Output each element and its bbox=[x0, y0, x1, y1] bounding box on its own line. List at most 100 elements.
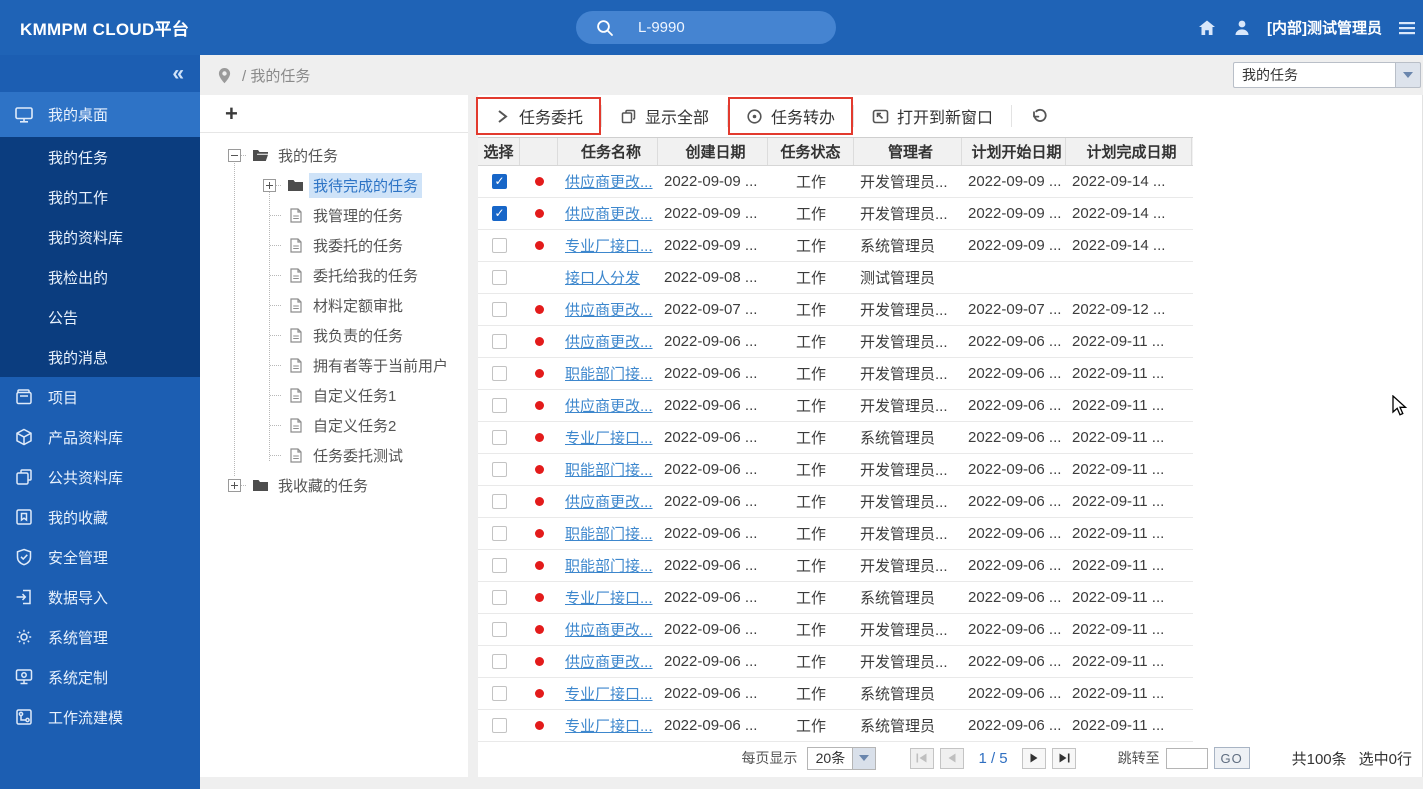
task-name-link[interactable]: 职能部门接... bbox=[565, 523, 653, 544]
column-header-plan-start[interactable]: 计划开始日期 bbox=[962, 138, 1066, 165]
show-all-button[interactable]: 显示全部 bbox=[606, 101, 723, 131]
row-checkbox[interactable] bbox=[492, 462, 507, 477]
tree-node[interactable]: 材料定额审批 bbox=[200, 290, 468, 320]
row-checkbox[interactable] bbox=[492, 270, 507, 285]
tree-node[interactable]: 我负责的任务 bbox=[200, 320, 468, 350]
task-name-link[interactable]: 专业厂接口... bbox=[565, 235, 653, 256]
tree-node-label[interactable]: 我负责的任务 bbox=[309, 323, 407, 348]
table-row[interactable]: 供应商更改... 2022-09-06 ... 工作 开发管理员... 2022… bbox=[478, 486, 1193, 518]
tree-node-label[interactable]: 拥有者等于当前用户 bbox=[309, 353, 452, 378]
column-header-task-name[interactable]: 任务名称 bbox=[558, 138, 658, 165]
column-header-created-date[interactable]: 创建日期 bbox=[658, 138, 768, 165]
table-row[interactable]: 供应商更改... 2022-09-06 ... 工作 开发管理员... 2022… bbox=[478, 614, 1193, 646]
collapse-icon[interactable]: « bbox=[172, 62, 184, 86]
sidebar-item-data-import[interactable]: 数据导入 bbox=[0, 577, 200, 617]
task-name-link[interactable]: 供应商更改... bbox=[565, 203, 653, 224]
next-page-button[interactable] bbox=[1022, 748, 1046, 769]
column-header-select[interactable]: 选择 bbox=[478, 138, 520, 165]
table-row[interactable]: 职能部门接... 2022-09-06 ... 工作 开发管理员... 2022… bbox=[478, 518, 1193, 550]
table-row[interactable]: 职能部门接... 2022-09-06 ... 工作 开发管理员... 2022… bbox=[478, 358, 1193, 390]
table-row[interactable]: 供应商更改... 2022-09-09 ... 工作 开发管理员... 2022… bbox=[478, 198, 1193, 230]
expand-node-icon[interactable] bbox=[263, 179, 276, 192]
table-row[interactable]: 接口人分发 2022-09-08 ... 工作 测试管理员 bbox=[478, 262, 1193, 294]
expand-node-icon[interactable] bbox=[228, 479, 241, 492]
task-name-link[interactable]: 供应商更改... bbox=[565, 491, 653, 512]
tree-node-label[interactable]: 任务委托测试 bbox=[309, 443, 407, 468]
sidebar-submenu-item[interactable]: 我的资料库 bbox=[0, 217, 200, 257]
table-row[interactable]: 专业厂接口... 2022-09-06 ... 工作 系统管理员 2022-09… bbox=[478, 582, 1193, 614]
tree-node[interactable]: 委托给我的任务 bbox=[200, 260, 468, 290]
column-header-flag[interactable] bbox=[520, 138, 558, 165]
column-header-manager[interactable]: 管理者 bbox=[854, 138, 962, 165]
table-row[interactable]: 专业厂接口... 2022-09-06 ... 工作 系统管理员 2022-09… bbox=[478, 678, 1193, 710]
tree-node-label[interactable]: 我待完成的任务 bbox=[309, 173, 422, 198]
sidebar-item-security[interactable]: 安全管理 bbox=[0, 537, 200, 577]
row-checkbox[interactable] bbox=[492, 590, 507, 605]
row-checkbox[interactable] bbox=[492, 654, 507, 669]
tree-node-label[interactable]: 我收藏的任务 bbox=[274, 473, 372, 498]
user-icon[interactable] bbox=[1232, 18, 1252, 38]
row-checkbox[interactable] bbox=[492, 686, 507, 701]
page-size-dropdown-button[interactable] bbox=[853, 747, 876, 770]
table-row[interactable]: 职能部门接... 2022-09-06 ... 工作 开发管理员... 2022… bbox=[478, 550, 1193, 582]
row-checkbox[interactable] bbox=[492, 366, 507, 381]
row-checkbox[interactable] bbox=[492, 238, 507, 253]
previous-page-button[interactable] bbox=[940, 748, 964, 769]
tree-node-label[interactable]: 我的任务 bbox=[274, 143, 342, 168]
tree-node[interactable]: 我管理的任务 bbox=[200, 200, 468, 230]
go-button[interactable]: GO bbox=[1214, 747, 1250, 769]
row-checkbox[interactable] bbox=[492, 302, 507, 317]
row-checkbox[interactable] bbox=[492, 494, 507, 509]
sidebar-submenu-item[interactable]: 我的任务 bbox=[0, 137, 200, 177]
sidebar-item-public-library[interactable]: 公共资料库 bbox=[0, 457, 200, 497]
menu-icon[interactable] bbox=[1397, 18, 1417, 38]
task-transfer-button[interactable]: 任务转办 bbox=[732, 101, 849, 131]
tree-node-label[interactable]: 材料定额审批 bbox=[309, 293, 407, 318]
task-name-link[interactable]: 供应商更改... bbox=[565, 619, 653, 640]
first-page-button[interactable] bbox=[910, 748, 934, 769]
row-checkbox[interactable] bbox=[492, 398, 507, 413]
page-size-select[interactable]: 20条 bbox=[807, 747, 876, 770]
table-row[interactable]: 专业厂接口... 2022-09-09 ... 工作 系统管理员 2022-09… bbox=[478, 230, 1193, 262]
tree-node[interactable]: 我收藏的任务 bbox=[200, 470, 468, 500]
tree-node[interactable]: 自定义任务1 bbox=[200, 380, 468, 410]
task-name-link[interactable]: 专业厂接口... bbox=[565, 427, 653, 448]
tree-node[interactable]: 我的任务 bbox=[200, 140, 468, 170]
current-user-label[interactable]: [内部]测试管理员 bbox=[1267, 17, 1382, 38]
table-row[interactable]: 职能部门接... 2022-09-06 ... 工作 开发管理员... 2022… bbox=[478, 454, 1193, 486]
tree-node[interactable]: 任务委托测试 bbox=[200, 440, 468, 470]
sidebar-submenu-item[interactable]: 公告 bbox=[0, 297, 200, 337]
task-name-link[interactable]: 专业厂接口... bbox=[565, 683, 653, 704]
row-checkbox[interactable] bbox=[492, 558, 507, 573]
task-name-link[interactable]: 供应商更改... bbox=[565, 171, 653, 192]
jump-page-input[interactable] bbox=[1166, 748, 1208, 769]
sidebar-item-system-manage[interactable]: 系统管理 bbox=[0, 617, 200, 657]
page-size-value[interactable]: 20条 bbox=[807, 747, 853, 770]
row-checkbox[interactable] bbox=[492, 622, 507, 637]
table-row[interactable]: 供应商更改... 2022-09-06 ... 工作 开发管理员... 2022… bbox=[478, 390, 1193, 422]
row-checkbox[interactable] bbox=[492, 334, 507, 349]
collapse-node-icon[interactable] bbox=[228, 149, 241, 162]
row-checkbox[interactable] bbox=[492, 526, 507, 541]
table-row[interactable]: 供应商更改... 2022-09-07 ... 工作 开发管理员... 2022… bbox=[478, 294, 1193, 326]
sidebar-item-workflow[interactable]: 工作流建模 bbox=[0, 697, 200, 737]
sidebar-submenu-item[interactable]: 我的消息 bbox=[0, 337, 200, 377]
sidebar-submenu-item[interactable]: 我检出的 bbox=[0, 257, 200, 297]
tree-node[interactable]: 我待完成的任务 bbox=[200, 170, 468, 200]
task-name-link[interactable]: 供应商更改... bbox=[565, 651, 653, 672]
add-node-button[interactable]: + bbox=[225, 103, 238, 125]
task-name-link[interactable]: 职能部门接... bbox=[565, 363, 653, 384]
task-name-link[interactable]: 接口人分发 bbox=[565, 267, 640, 288]
tree-node[interactable]: 我委托的任务 bbox=[200, 230, 468, 260]
sidebar-collapse[interactable]: « bbox=[0, 55, 200, 92]
task-name-link[interactable]: 供应商更改... bbox=[565, 331, 653, 352]
sidebar-item-product-library[interactable]: 产品资料库 bbox=[0, 417, 200, 457]
row-checkbox[interactable] bbox=[492, 206, 507, 221]
view-selector-dropdown-button[interactable] bbox=[1395, 62, 1421, 88]
tree-node-label[interactable]: 我委托的任务 bbox=[309, 233, 407, 258]
task-delegate-button[interactable]: 任务委托 bbox=[480, 101, 597, 131]
task-name-link[interactable]: 专业厂接口... bbox=[565, 715, 653, 736]
task-name-link[interactable]: 职能部门接... bbox=[565, 459, 653, 480]
sidebar-item-system-custom[interactable]: 系统定制 bbox=[0, 657, 200, 697]
tree-node-label[interactable]: 我管理的任务 bbox=[309, 203, 407, 228]
